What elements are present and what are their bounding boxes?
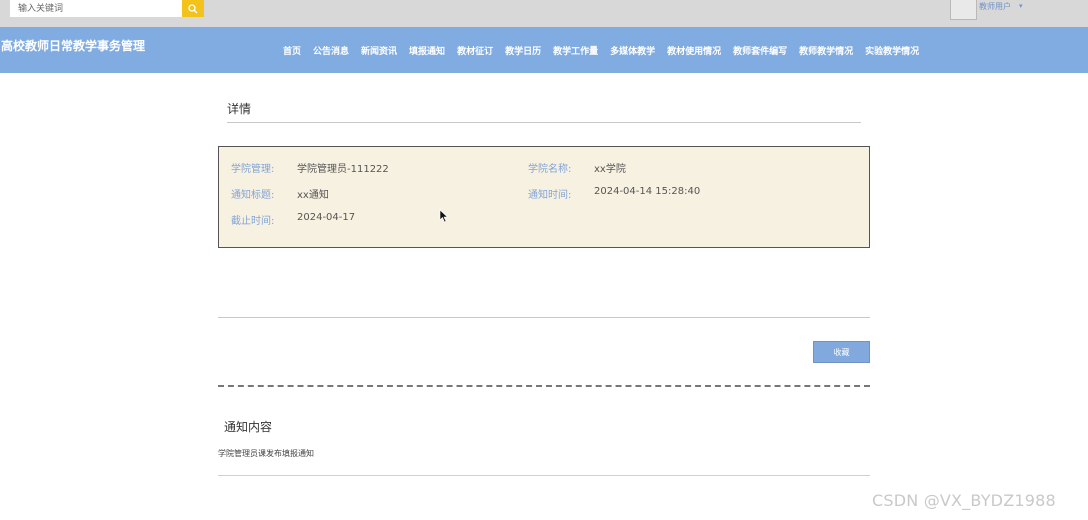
nav-item-teacher-teaching-status[interactable]: 教师教学情况: [799, 44, 853, 57]
field-label: 通知时间:: [528, 190, 572, 201]
detail-heading: 详情: [227, 102, 252, 116]
search-icon: [188, 3, 198, 13]
field-label: 截止时间:: [231, 216, 275, 227]
detail-info-box: 学院管理: 学院管理员-111222 学院名称: xx学院 通知标题: xx通知…: [218, 146, 870, 248]
notice-content-heading: 通知内容: [224, 420, 273, 434]
nav-item-multimedia-teaching[interactable]: 多媒体教学: [610, 44, 655, 57]
divider: [218, 317, 870, 318]
top-bar: 教师用户 ▾: [0, 0, 1088, 27]
field-deadline: 截止时间: 2024-04-17: [231, 212, 355, 227]
nav-item-announcements[interactable]: 公告消息: [313, 44, 349, 57]
field-label: 学院管理:: [231, 164, 275, 175]
field-value: 2024-04-14 15:28:40: [594, 186, 701, 197]
field-value: xx通知: [297, 190, 329, 201]
mouse-cursor-icon: [439, 209, 449, 223]
field-notice-time: 通知时间: 2024-04-14 15:28:40: [528, 186, 700, 201]
divider: [218, 475, 870, 476]
search-input[interactable]: [10, 0, 182, 17]
user-name[interactable]: 教师用户: [979, 1, 1011, 12]
nav-menu: 首页 公告消息 新闻资讯 填报通知 教材征订 教学日历 教学工作量 多媒体教学 …: [277, 27, 925, 73]
notice-content-text: 学院管理员课发布填报通知: [218, 449, 314, 458]
favorite-button[interactable]: 收藏: [813, 341, 870, 363]
search-button[interactable]: [182, 0, 204, 17]
nav-item-teaching-workload[interactable]: 教学工作量: [553, 44, 598, 57]
field-notice-title: 通知标题: xx通知: [231, 186, 329, 201]
nav-item-home[interactable]: 首页: [283, 44, 301, 57]
chevron-down-icon[interactable]: ▾: [1019, 2, 1023, 10]
site-title: 高校教师日常教学事务管理: [1, 39, 146, 53]
divider: [227, 122, 861, 123]
nav-item-lab-teaching-status[interactable]: 实验教学情况: [865, 44, 919, 57]
nav-item-textbook-usage[interactable]: 教材使用情况: [667, 44, 721, 57]
nav-item-teacher-kit-writing[interactable]: 教师套件编写: [733, 44, 787, 57]
field-label: 学院名称:: [528, 164, 572, 175]
nav-item-news[interactable]: 新闻资讯: [361, 44, 397, 57]
watermark: CSDN @VX_BYDZ1988: [872, 491, 1056, 510]
avatar[interactable]: [950, 0, 977, 20]
nav-item-teaching-calendar[interactable]: 教学日历: [505, 44, 541, 57]
nav-item-fill-notices[interactable]: 填报通知: [409, 44, 445, 57]
field-value: 学院管理员-111222: [297, 164, 389, 175]
field-college-admin: 学院管理: 学院管理员-111222: [231, 160, 389, 175]
search-bar: [10, 0, 204, 17]
main-nav-bar: 高校教师日常教学事务管理 首页 公告消息 新闻资讯 填报通知 教材征订 教学日历…: [0, 27, 1088, 73]
dashed-divider: [218, 385, 870, 387]
field-value: xx学院: [594, 164, 626, 175]
field-college-name: 学院名称: xx学院: [528, 160, 626, 175]
nav-item-textbook-orders[interactable]: 教材征订: [457, 44, 493, 57]
user-menu[interactable]: 教师用户 ▾: [950, 0, 1023, 22]
field-label: 通知标题:: [231, 190, 275, 201]
field-value: 2024-04-17: [297, 212, 356, 223]
